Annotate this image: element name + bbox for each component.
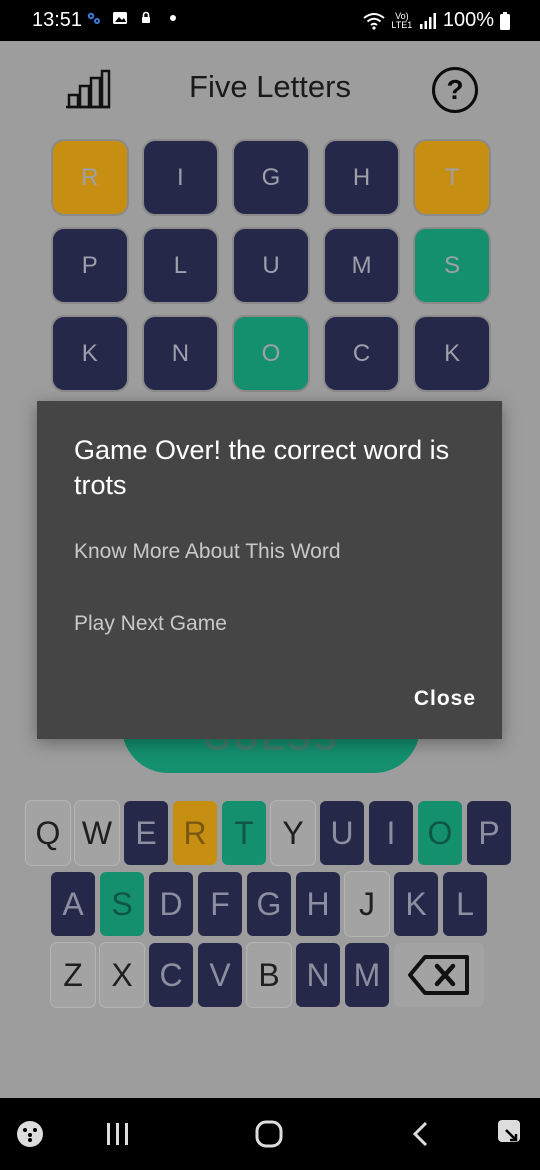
key[interactable]: L [443,872,487,936]
letter-tile: K [415,317,489,390]
grid-row: R I G H T [53,141,489,214]
battery-percent: 100% [442,9,494,31]
key[interactable]: A [51,872,95,936]
keyboard-row-2: A S D F G H J K L [51,872,522,936]
status-right: Vo) LTE1 100% [363,9,510,32]
network-label: Vo) LTE1 [391,10,413,30]
keyboard-row-1: Q W E R T Y U I O P [26,801,522,865]
keyboard: Q W E R T Y U I O P A S D F G H J K L Z … [22,801,522,1014]
back-icon[interactable] [410,1120,430,1148]
know-more-option[interactable]: Know More About This Word [74,540,341,564]
letter-tile: M [324,229,399,302]
key[interactable]: B [247,943,291,1007]
key[interactable]: M [345,943,389,1007]
key[interactable]: K [394,872,438,936]
letter-tile: N [143,317,218,390]
key[interactable]: D [149,872,193,936]
letter-tile: R [53,141,127,214]
key[interactable]: N [296,943,340,1007]
keyboard-row-3: Z X C V B N M [51,943,522,1007]
screen-assist-icon[interactable] [496,1118,526,1148]
battery-icon [500,11,510,30]
grid-row: P L U M S [53,229,489,302]
letter-tile: I [143,141,218,214]
system-nav-bar [0,1098,540,1170]
status-notification-icons [86,10,176,26]
key[interactable]: U [320,801,364,865]
key[interactable]: X [100,943,144,1007]
key[interactable]: E [124,801,168,865]
letter-tile: L [143,229,218,302]
guess-grid: R I G H T P L U M S K N O C K [53,141,489,405]
image-notification-icon [113,12,127,24]
key[interactable]: Z [51,943,95,1007]
status-time: 13:51 [32,9,83,31]
status-bar: 13:51 Vo) LTE1 100% [0,0,540,41]
key[interactable]: F [198,872,242,936]
key[interactable]: W [75,801,119,865]
help-icon[interactable]: ? [432,67,478,113]
key[interactable]: C [149,943,193,1007]
key[interactable]: G [247,872,291,936]
lock-notification-icon [142,11,150,23]
game-over-dialog: Game Over! the correct word is trots Kno… [37,401,502,739]
key[interactable]: R [173,801,217,865]
letter-tile: T [415,141,489,214]
backspace-key[interactable] [394,943,484,1007]
recent-apps-icon[interactable] [104,1122,132,1146]
letter-tile: C [324,317,399,390]
dot-icon [170,15,176,21]
letter-tile: H [324,141,399,214]
game-launcher-icon[interactable] [16,1120,44,1148]
letter-tile: S [415,229,489,302]
letter-tile: O [234,317,308,390]
backspace-icon [408,955,469,995]
settings-notification-icon [87,12,100,24]
close-button[interactable]: Close [414,687,476,711]
key[interactable]: Q [26,801,70,865]
letter-tile: G [234,141,308,214]
play-next-game-option[interactable]: Play Next Game [74,612,227,636]
dialog-title: Game Over! the correct word is trots [74,435,450,500]
key[interactable]: H [296,872,340,936]
key[interactable]: J [345,872,389,936]
key[interactable]: I [369,801,413,865]
letter-tile: P [53,229,127,302]
key[interactable]: P [467,801,511,865]
letter-tile: U [234,229,308,302]
game-screen: Five Letters ? R I G H T P L U M S K N O… [0,41,540,1098]
key[interactable]: Y [271,801,315,865]
key[interactable]: T [222,801,266,865]
grid-row: K N O C K [53,317,489,390]
key[interactable]: V [198,943,242,1007]
header: Five Letters ? [0,41,540,136]
key[interactable]: S [100,872,144,936]
key[interactable]: O [418,801,462,865]
signal-icon [419,12,436,29]
home-icon[interactable] [255,1120,283,1148]
wifi-icon [363,12,385,30]
letter-tile: K [53,317,127,390]
